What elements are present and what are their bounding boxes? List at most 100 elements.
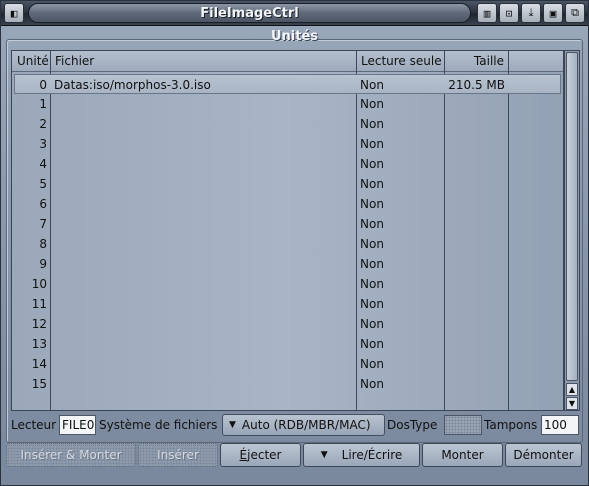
- readonly-cell: Non: [360, 217, 384, 231]
- table-row[interactable]: 4 Non: [12, 154, 563, 174]
- table-row[interactable]: 2 Non: [12, 114, 563, 134]
- unit-cell: 11: [31, 297, 47, 311]
- chevron-down-icon: ▼: [320, 450, 328, 460]
- file-cell: [54, 234, 354, 254]
- window-title: FileImageCtrl: [200, 5, 299, 21]
- size-cell: [448, 254, 505, 274]
- table-row[interactable]: 9 Non: [12, 254, 563, 274]
- scroll-up-icon[interactable]: ▲: [566, 383, 578, 396]
- unit-cell: 7: [39, 217, 47, 231]
- size-cell: [448, 334, 505, 354]
- unmount-button[interactable]: Démonter: [505, 443, 582, 467]
- readonly-cell: Non: [360, 177, 384, 191]
- unmount-label: Démonter: [513, 448, 574, 462]
- size-cell: [448, 114, 505, 134]
- insert-button[interactable]: Insérer: [138, 443, 218, 467]
- size-cell: [448, 294, 505, 314]
- close-icon[interactable]: ◧: [4, 3, 24, 23]
- prefs-icon[interactable]: ⊡: [499, 3, 519, 23]
- buffers-field[interactable]: 100: [541, 415, 579, 435]
- size-cell: [448, 214, 505, 234]
- readonly-cell: Non: [360, 337, 384, 351]
- title-bar[interactable]: ◧ FileImageCtrl ▥ ⊡ ⤓ ▣ ⧉: [1, 1, 588, 26]
- mount-button[interactable]: Monter: [422, 443, 503, 467]
- table-row[interactable]: 0 Datas:iso/morphos-3.0.iso Non 210.5 MB: [14, 74, 561, 94]
- unit-cell: 4: [39, 157, 47, 171]
- unit-cell: 5: [39, 177, 47, 191]
- table-row[interactable]: 15 Non: [12, 374, 563, 394]
- header-unit[interactable]: Unité: [14, 51, 51, 72]
- filesystem-value: Auto (RDB/MBR/MAC): [241, 418, 371, 432]
- unit-cell: 10: [31, 277, 47, 291]
- mount-label: Monter: [441, 448, 484, 462]
- size-cell: [448, 194, 505, 214]
- readonly-cell: Non: [360, 237, 384, 251]
- eject-label: Éjecter: [240, 448, 282, 462]
- scroll-down-icon[interactable]: ▼: [566, 397, 578, 410]
- zoom-icon[interactable]: ▣: [543, 3, 563, 23]
- insert-mount-button[interactable]: Insérer & Monter: [6, 443, 136, 467]
- file-cell: [54, 194, 354, 214]
- size-cell: [448, 94, 505, 114]
- unit-cell: 6: [39, 197, 47, 211]
- file-cell: [54, 174, 354, 194]
- file-cell: [54, 334, 354, 354]
- file-cell: [54, 314, 354, 334]
- insert-label: Insérer: [157, 448, 199, 462]
- title-drag-bar[interactable]: FileImageCtrl: [28, 3, 471, 23]
- list-header: Unité Fichier Lecture seule Taille: [12, 51, 563, 72]
- chevron-down-icon: ▼: [229, 420, 236, 430]
- unit-cell: 9: [39, 257, 47, 271]
- table-row[interactable]: 5 Non: [12, 174, 563, 194]
- filesystem-label: Système de fichiers: [99, 418, 218, 432]
- table-row[interactable]: 6 Non: [12, 194, 563, 214]
- readwrite-label: Lire/Écrire: [341, 448, 403, 462]
- unit-cell: 8: [39, 237, 47, 251]
- list-scrollbar[interactable]: ▲ ▼: [564, 50, 580, 411]
- table-row[interactable]: 8 Non: [12, 234, 563, 254]
- size-cell: [448, 354, 505, 374]
- size-cell: 210.5 MB: [448, 78, 505, 92]
- size-cell: [448, 314, 505, 334]
- header-size[interactable]: Taille: [445, 51, 507, 72]
- readwrite-cycle[interactable]: ▼ Lire/Écrire: [303, 443, 420, 467]
- eject-button[interactable]: Éjecter: [220, 443, 301, 467]
- snapshot-icon[interactable]: ⤓: [521, 3, 541, 23]
- drive-settings-row: Lecteur FILE0 Système de fichiers ▼ Auto…: [1, 414, 588, 436]
- readonly-cell: Non: [360, 117, 384, 131]
- file-cell: [54, 134, 354, 154]
- size-cell: [448, 274, 505, 294]
- depth-icon[interactable]: ⧉: [565, 3, 585, 23]
- table-row[interactable]: 7 Non: [12, 214, 563, 234]
- file-cell: [54, 94, 354, 114]
- file-cell: Datas:iso/morphos-3.0.iso: [54, 78, 211, 92]
- table-row[interactable]: 10 Non: [12, 274, 563, 294]
- file-cell: [54, 214, 354, 234]
- readonly-cell: Non: [360, 157, 384, 171]
- header-file[interactable]: Fichier: [52, 51, 352, 72]
- units-list[interactable]: Unité Fichier Lecture seule Taille 0 Data…: [11, 50, 564, 411]
- unit-cell: 3: [39, 137, 47, 151]
- table-row[interactable]: 3 Non: [12, 134, 563, 154]
- drive-field[interactable]: FILE0: [59, 415, 96, 435]
- header-readonly[interactable]: Lecture seule: [358, 51, 446, 72]
- size-cell: [448, 234, 505, 254]
- unit-cell: 15: [31, 377, 47, 391]
- drive-label: Lecteur: [11, 418, 57, 432]
- table-row[interactable]: 14 Non: [12, 354, 563, 374]
- scrollbar-knob[interactable]: [566, 52, 578, 381]
- unit-cell: 12: [31, 317, 47, 331]
- size-cell: [448, 374, 505, 394]
- file-cell: [54, 154, 354, 174]
- readonly-cell: Non: [360, 277, 384, 291]
- readonly-cell: Non: [360, 197, 384, 211]
- table-row[interactable]: 1 Non: [12, 94, 563, 114]
- table-row[interactable]: 13 Non: [12, 334, 563, 354]
- filesystem-cycle[interactable]: ▼ Auto (RDB/MBR/MAC): [222, 414, 385, 436]
- table-row[interactable]: 12 Non: [12, 314, 563, 334]
- iconify-icon[interactable]: ▥: [477, 3, 497, 23]
- dostype-label: DosType: [387, 418, 438, 432]
- table-row[interactable]: 11 Non: [12, 294, 563, 314]
- file-cell: [54, 294, 354, 314]
- insert-mount-label: Insérer & Monter: [20, 448, 122, 462]
